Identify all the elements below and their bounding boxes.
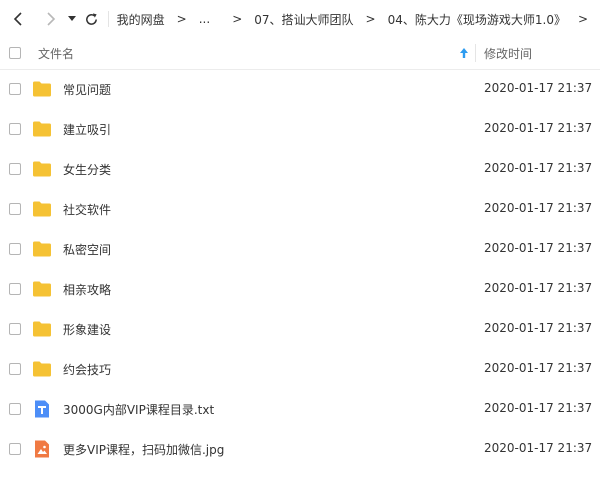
row-checkbox[interactable] [9,243,21,255]
file-name[interactable]: 3000G内部VIP课程目录.txt [63,401,214,418]
breadcrumb-separator: > [577,12,589,26]
folder-icon [32,79,52,99]
file-modified-time: 2020-01-17 21:37 [484,321,593,335]
file-list-header: 文件名 修改时间 [0,38,600,70]
forward-button[interactable] [40,8,61,30]
file-row[interactable]: 女生分类 2020-01-17 21:37 [0,149,600,189]
file-row[interactable]: 常见问题 2020-01-17 21:37 [0,69,600,109]
breadcrumb-separator: > [232,12,243,26]
file-modified-time: 2020-01-17 21:37 [484,121,593,135]
file-name[interactable]: 女生分类 [63,161,111,178]
file-modified-time: 2020-01-17 21:37 [484,361,593,375]
folder-icon [32,319,52,339]
nav-divider [107,11,109,27]
refresh-icon [85,12,97,25]
row-checkbox[interactable] [9,323,21,335]
column-header-name[interactable]: 文件名 [38,45,74,62]
text-file-icon [32,399,52,419]
image-file-icon [32,439,52,459]
row-checkbox[interactable] [9,283,21,295]
folder-icon [32,159,52,179]
row-checkbox[interactable] [9,163,21,175]
file-row[interactable]: 社交软件 2020-01-17 21:37 [0,189,600,229]
file-name[interactable]: 更多VIP课程，扫码加微信.jpg [63,441,224,458]
file-name[interactable]: 常见问题 [63,81,111,98]
folder-icon [32,359,52,379]
folder-icon [32,239,52,259]
row-checkbox[interactable] [9,403,21,415]
row-checkbox[interactable] [9,363,21,375]
row-checkbox[interactable] [9,443,21,455]
back-button[interactable] [7,8,28,30]
column-header-modified[interactable]: 修改时间 [484,45,532,62]
file-name[interactable]: 形象建设 [63,321,111,338]
folder-icon [32,199,52,219]
file-name[interactable]: 相亲攻略 [63,281,111,298]
row-checkbox[interactable] [9,203,21,215]
file-row[interactable]: 私密空间 2020-01-17 21:37 [0,229,600,269]
file-row[interactable]: 建立吸引 2020-01-17 21:37 [0,109,600,149]
file-row[interactable]: 相亲攻略 2020-01-17 21:37 [0,269,600,309]
file-row[interactable]: 更多VIP课程，扫码加微信.jpg 2020-01-17 21:37 [0,429,600,469]
file-row[interactable]: 约会技巧 2020-01-17 21:37 [0,349,600,389]
file-modified-time: 2020-01-17 21:37 [484,441,593,455]
column-divider[interactable] [475,44,476,62]
breadcrumb-separator: > [176,12,187,26]
navigation-bar: 我的网盘 > ... > 07、搭讪大师团队 > 04、陈大力《现场游戏大师1.… [0,0,600,38]
file-modified-time: 2020-01-17 21:37 [484,401,593,415]
row-checkbox[interactable] [9,123,21,135]
caret-down-icon [67,16,76,21]
file-name[interactable]: 私密空间 [63,241,111,258]
breadcrumb-item[interactable]: 07、搭讪大师团队 [254,11,353,28]
row-checkbox[interactable] [9,83,21,95]
refresh-button[interactable] [81,8,102,30]
file-modified-time: 2020-01-17 21:37 [484,281,593,295]
file-modified-time: 2020-01-17 21:37 [484,201,593,215]
file-row[interactable]: 形象建设 2020-01-17 21:37 [0,309,600,349]
breadcrumb-separator: > [365,12,376,26]
file-modified-time: 2020-01-17 21:37 [484,81,593,95]
sort-ascending-icon[interactable] [459,47,469,59]
breadcrumb-ellipsis[interactable]: ... [199,12,210,26]
chevron-right-icon [47,12,55,26]
folder-icon [32,279,52,299]
breadcrumb-root[interactable]: 我的网盘 [117,11,165,28]
breadcrumb-current[interactable]: 04、陈大力《现场游戏大师1.0》 [388,11,566,28]
file-name[interactable]: 社交软件 [63,201,111,218]
file-name[interactable]: 建立吸引 [63,121,111,138]
file-name[interactable]: 约会技巧 [63,361,111,378]
file-modified-time: 2020-01-17 21:37 [484,161,593,175]
history-dropdown-button[interactable] [65,8,78,30]
file-row[interactable]: 3000G内部VIP课程目录.txt 2020-01-17 21:37 [0,389,600,429]
select-all-checkbox[interactable] [9,47,21,59]
chevron-left-icon [13,12,22,26]
file-modified-time: 2020-01-17 21:37 [484,241,593,255]
folder-icon [32,119,52,139]
